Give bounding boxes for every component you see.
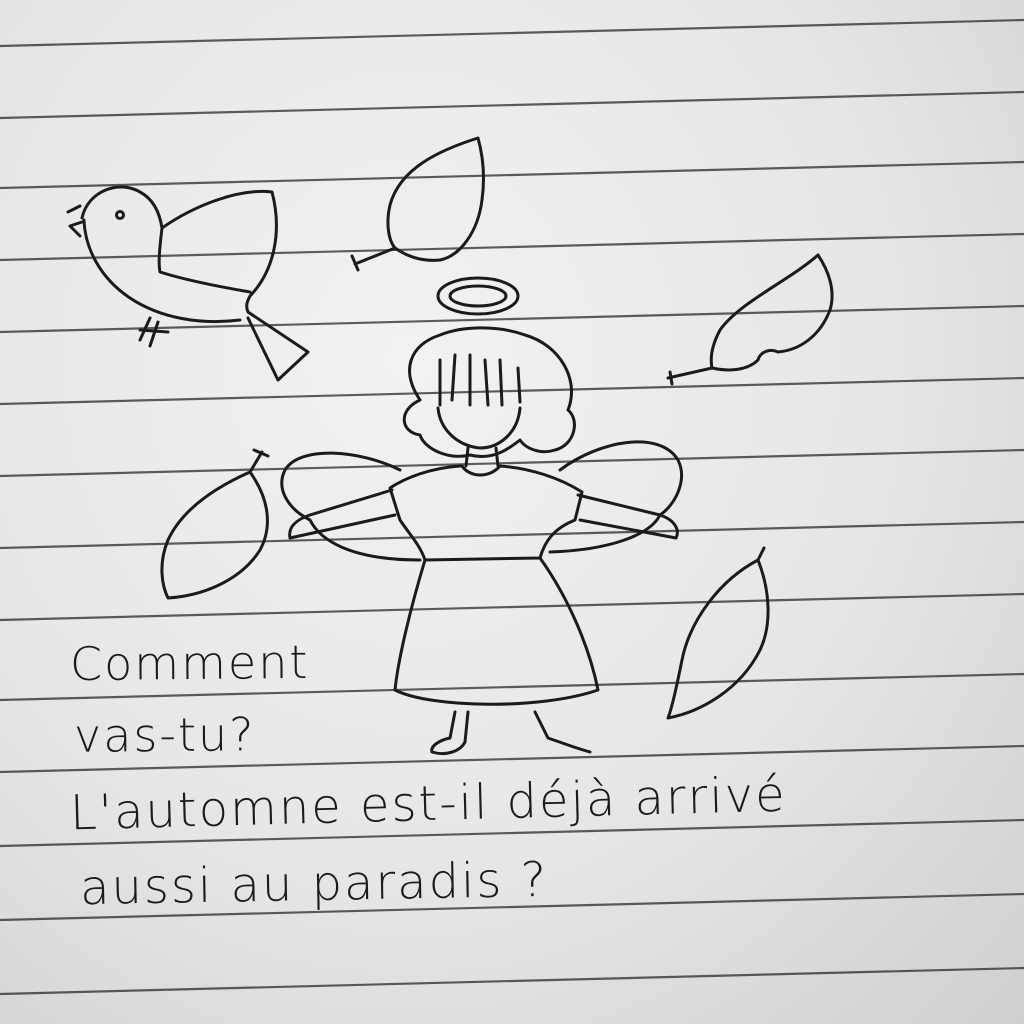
note-line: vas-tu? <box>73 707 256 763</box>
leaf-icon <box>666 253 834 386</box>
note-line: aussi au paradis ? <box>79 851 549 917</box>
bird-icon <box>66 185 310 382</box>
leaf-icon <box>666 546 770 720</box>
note-line: Comment <box>69 634 310 692</box>
angel-icon <box>280 276 683 756</box>
leaf-icon <box>350 136 485 272</box>
notebook-page: Comment vas-tu? L'automne est-il déjà ar… <box>0 0 1024 1024</box>
leaf-icon <box>160 448 270 600</box>
